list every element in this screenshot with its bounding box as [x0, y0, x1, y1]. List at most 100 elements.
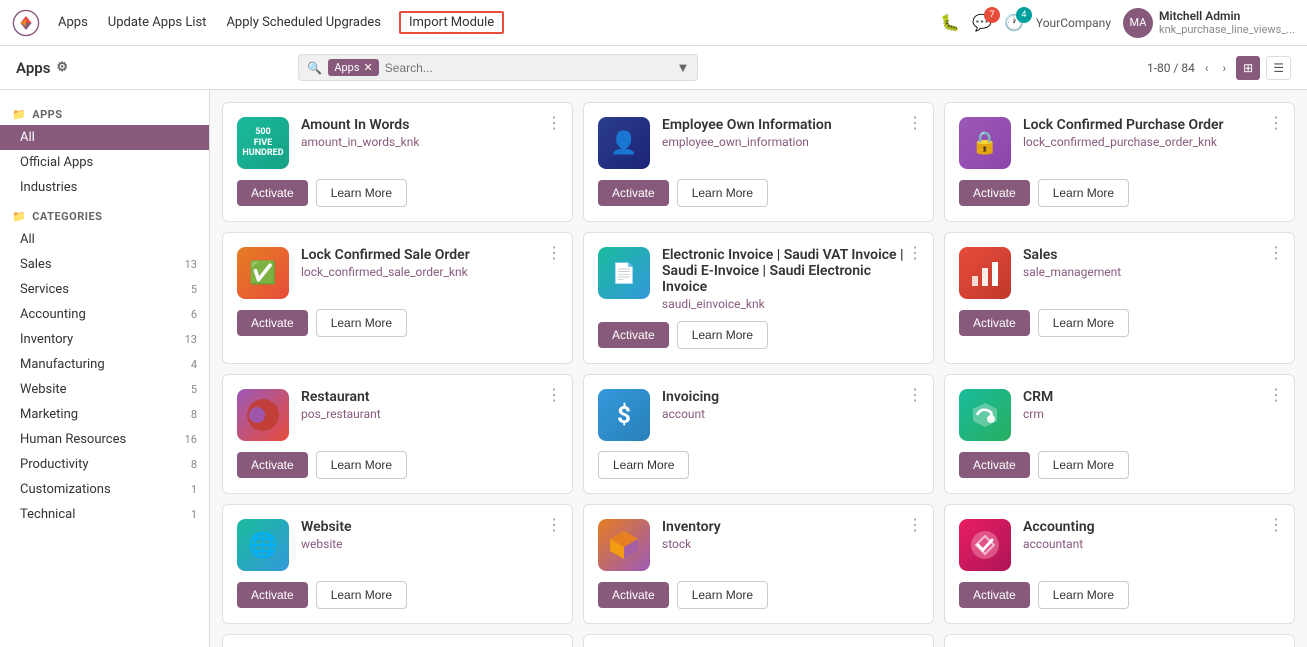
activate-button[interactable]: Activate	[237, 310, 308, 336]
learn-more-button[interactable]: Learn More	[316, 451, 407, 479]
search-dropdown-icon[interactable]: ▼	[677, 60, 690, 76]
nav-scheduled[interactable]: Apply Scheduled Upgrades	[224, 11, 383, 34]
sidebar-cat-website[interactable]: Website5	[0, 377, 209, 402]
settings-icon[interactable]: ⚙	[56, 60, 68, 75]
app-info: Restaurant pos_restaurant	[301, 389, 558, 421]
activate-button[interactable]: Activate	[237, 452, 308, 478]
sidebar-cat-marketing[interactable]: Marketing8	[0, 402, 209, 427]
list-view-btn[interactable]: ☰	[1266, 56, 1291, 80]
activate-button[interactable]: Activate	[959, 310, 1030, 336]
app-more-icon[interactable]: ⋮	[907, 113, 923, 132]
learn-more-button[interactable]: Learn More	[677, 321, 768, 349]
app-more-icon[interactable]: ⋮	[907, 243, 923, 262]
logo[interactable]	[12, 9, 40, 37]
app-more-icon[interactable]: ⋮	[546, 515, 562, 534]
app-info: Amount In Words amount_in_words_knk	[301, 117, 558, 149]
sidebar-item-industries[interactable]: Industries	[0, 175, 209, 200]
app-actions: Activate Learn More	[959, 309, 1280, 337]
notifications-icon[interactable]: 💬 7	[972, 13, 992, 32]
activity-icon[interactable]: 🕐 4	[1004, 13, 1024, 32]
activate-button[interactable]: Activate	[959, 180, 1030, 206]
learn-more-button[interactable]: Learn More	[316, 309, 407, 337]
learn-more-button[interactable]: Learn More	[598, 451, 689, 479]
pagination-text: 1-80 / 84	[1147, 61, 1195, 75]
sidebar-cat-manufacturing[interactable]: Manufacturing4	[0, 352, 209, 377]
app-card: ⋮ 👤 Employee Own Information employee_ow…	[583, 102, 934, 222]
learn-more-button[interactable]: Learn More	[1038, 179, 1129, 207]
sidebar-cat-customizations[interactable]: Customizations1	[0, 477, 209, 502]
sidebar-cat-services[interactable]: Services5	[0, 277, 209, 302]
learn-more-button[interactable]: Learn More	[316, 581, 407, 609]
content-area: ⋮ 500FIVEHUNDRED Amount In Words amount_…	[210, 90, 1307, 647]
sidebar-item-official[interactable]: Official Apps	[0, 150, 209, 175]
sidebar-cat-all[interactable]: All	[0, 227, 209, 252]
nav-apps[interactable]: Apps	[56, 11, 90, 34]
app-card: ⋮ CRM crm Activate Learn More	[944, 374, 1295, 494]
sidebar-cat-technical[interactable]: Technical1	[0, 502, 209, 527]
search-input[interactable]	[385, 61, 671, 75]
app-actions: Activate Learn More	[598, 179, 919, 207]
app-more-icon[interactable]: ⋮	[1268, 243, 1284, 262]
page-prev-btn[interactable]: ‹	[1201, 59, 1213, 77]
activate-button[interactable]: Activate	[959, 452, 1030, 478]
page-next-btn[interactable]: ›	[1219, 59, 1231, 77]
app-card-header: 📄 Electronic Invoice | Saudi VAT Invoice…	[598, 247, 919, 311]
bug-icon[interactable]: 🐛	[940, 13, 960, 32]
app-more-icon[interactable]: ⋮	[1268, 113, 1284, 132]
app-card: ⋮ 📄 Electronic Invoice | Saudi VAT Invoi…	[583, 232, 934, 364]
app-module: amount_in_words_knk	[301, 135, 558, 149]
app-card: ⋮ ✅ Lock Confirmed Sale Order lock_confi…	[222, 232, 573, 364]
sidebar-cat-accounting[interactable]: Accounting6	[0, 302, 209, 327]
learn-more-button[interactable]: Learn More	[316, 179, 407, 207]
nav-update[interactable]: Update Apps List	[106, 11, 209, 34]
learn-more-button[interactable]: Learn More	[1038, 451, 1129, 479]
app-more-icon[interactable]: ⋮	[546, 113, 562, 132]
app-module: employee_own_information	[662, 135, 919, 149]
app-info: Inventory stock	[662, 519, 919, 551]
app-more-icon[interactable]: ⋮	[907, 385, 923, 404]
nav-import[interactable]: Import Module	[399, 11, 504, 34]
app-icon: 500FIVEHUNDRED	[237, 117, 289, 169]
app-card: ⋮ $ Purchase purchase Learn More	[222, 634, 573, 647]
app-info: Lock Confirmed Purchase Order lock_confi…	[1023, 117, 1280, 149]
user-menu[interactable]: MA Mitchell Admin knk_purchase_line_view…	[1123, 8, 1295, 38]
app-more-icon[interactable]: ⋮	[907, 515, 923, 534]
learn-more-button[interactable]: Learn More	[1038, 309, 1129, 337]
sidebar-cat-inventory[interactable]: Inventory13	[0, 327, 209, 352]
app-more-icon[interactable]: ⋮	[1268, 515, 1284, 534]
app-module: account	[662, 407, 919, 421]
app-name: Restaurant	[301, 389, 558, 405]
app-module: lock_confirmed_sale_order_knk	[301, 265, 558, 279]
activate-button[interactable]: Activate	[237, 582, 308, 608]
learn-more-button[interactable]: Learn More	[1038, 581, 1129, 609]
filter-tag[interactable]: Apps ✕	[328, 59, 378, 76]
activity-badge: 4	[1016, 7, 1032, 23]
sidebar-cat-human-resources[interactable]: Human Resources16	[0, 427, 209, 452]
filter-remove-icon[interactable]: ✕	[364, 61, 373, 74]
grid-view-btn[interactable]: ⊞	[1236, 56, 1260, 80]
app-name: Inventory	[662, 519, 919, 535]
activate-button[interactable]: Activate	[598, 582, 669, 608]
learn-more-button[interactable]: Learn More	[677, 581, 768, 609]
app-more-icon[interactable]: ⋮	[546, 385, 562, 404]
activate-button[interactable]: Activate	[598, 180, 669, 206]
user-text: Mitchell Admin knk_purchase_line_views_.…	[1159, 9, 1295, 36]
company-name: YourCompany	[1036, 16, 1111, 30]
app-card: ⋮ Inventory stock Activate Learn More	[583, 504, 934, 624]
sidebar-cat-productivity[interactable]: Productivity8	[0, 452, 209, 477]
activate-button[interactable]: Activate	[959, 582, 1030, 608]
sidebar-item-all[interactable]: All	[0, 125, 209, 150]
app-more-icon[interactable]: ⋮	[1268, 385, 1284, 404]
activate-button[interactable]: Activate	[237, 180, 308, 206]
app-card-header: 🔒 Lock Confirmed Purchase Order lock_con…	[959, 117, 1280, 169]
app-card: ⋮ $ Invoicing account Learn More	[583, 374, 934, 494]
app-info: Accounting accountant	[1023, 519, 1280, 551]
app-actions: Activate Learn More	[237, 451, 558, 479]
sidebar-cat-sales[interactable]: Sales13	[0, 252, 209, 277]
learn-more-button[interactable]: Learn More	[677, 179, 768, 207]
user-avatar: MA	[1123, 8, 1153, 38]
app-more-icon[interactable]: ⋮	[546, 243, 562, 262]
app-info: Website website	[301, 519, 558, 551]
activate-button[interactable]: Activate	[598, 322, 669, 348]
apps-title: Apps ⚙	[16, 59, 68, 77]
